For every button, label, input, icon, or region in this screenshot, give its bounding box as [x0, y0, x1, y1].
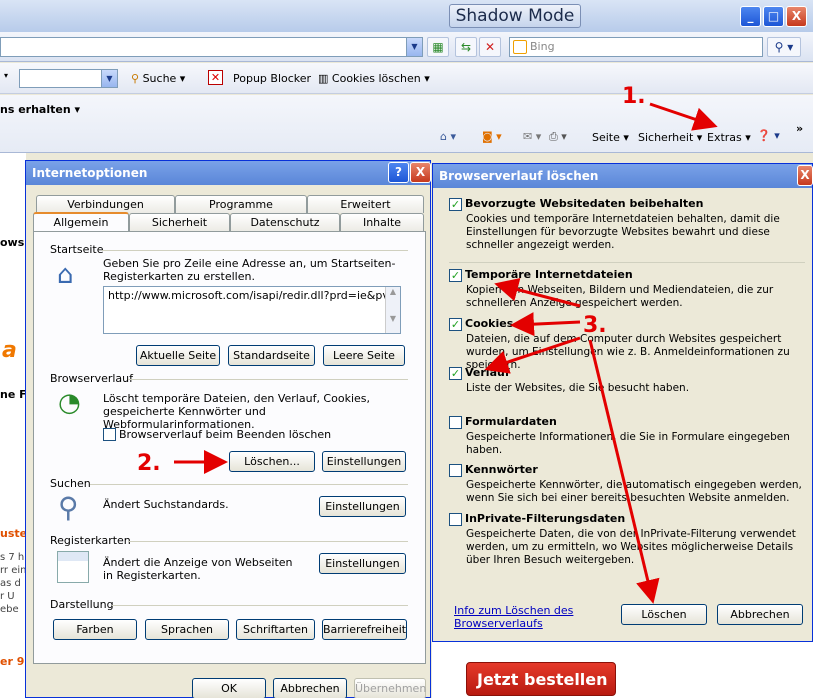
annotation-step-1: 1. [622, 84, 646, 109]
annotation-step-3: 3. [583, 313, 607, 338]
annotation-arrow [649, 102, 718, 131]
annotation-arrow [484, 336, 581, 374]
annotation-layer [174, 102, 718, 604]
annotation-arrow [494, 277, 581, 308]
annotation-step-2: 2. [137, 451, 161, 476]
annotation-arrow [588, 339, 660, 604]
annotation-arrow [510, 312, 581, 337]
